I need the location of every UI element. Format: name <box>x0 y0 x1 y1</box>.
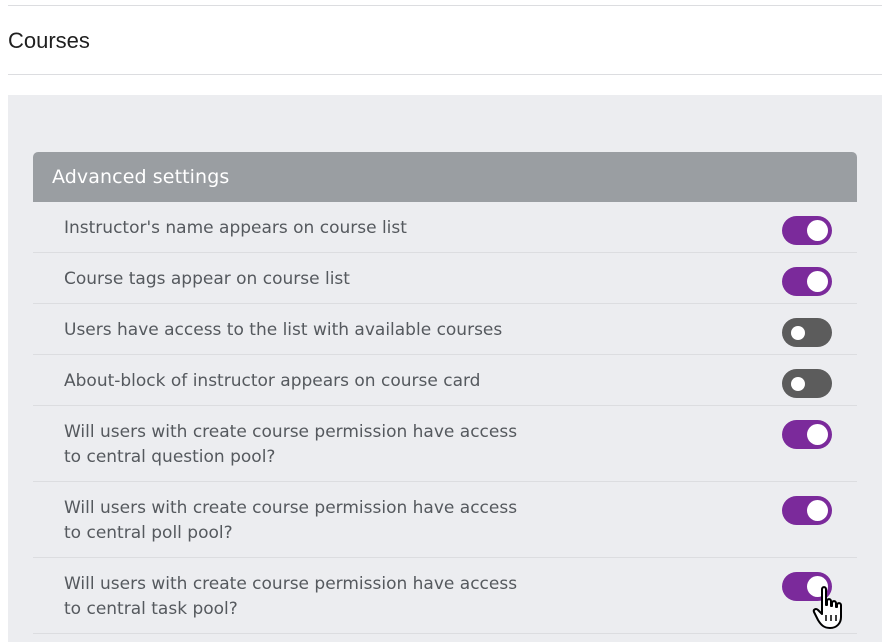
title-divider <box>8 74 882 75</box>
settings-panel: Advanced settings Instructor's name appe… <box>8 95 882 642</box>
card-header-title: Advanced settings <box>52 166 230 188</box>
setting-toggle[interactable] <box>782 496 832 525</box>
setting-row-instructor-name: Instructor's name appears on course list <box>33 202 857 253</box>
top-divider <box>8 5 882 6</box>
toggle-knob <box>791 325 805 340</box>
toggle-knob <box>807 424 828 445</box>
setting-toggle[interactable] <box>782 267 832 296</box>
setting-label: Users have access to the list with avail… <box>64 320 503 340</box>
page-title: Courses <box>8 28 90 53</box>
advanced-settings-card: Advanced settings Instructor's name appe… <box>33 152 857 634</box>
toggle-knob <box>807 500 828 521</box>
toggle-knob <box>807 271 828 292</box>
setting-toggle[interactable] <box>782 420 832 449</box>
setting-label: Instructor's name appears on course list <box>64 218 407 238</box>
setting-toggle[interactable] <box>782 318 832 347</box>
toggle-knob <box>791 376 805 391</box>
setting-row-course-tags: Course tags appear on course list <box>33 253 857 304</box>
setting-label: Course tags appear on course list <box>64 269 350 289</box>
card-header: Advanced settings <box>33 152 857 202</box>
toggle-knob <box>807 220 828 241</box>
setting-row-about-block: About-block of instructor appears on cou… <box>33 355 857 406</box>
hand-pointer-icon <box>812 586 842 629</box>
setting-label: About-block of instructor appears on cou… <box>64 371 481 391</box>
setting-row-available-courses: Users have access to the list with avail… <box>33 304 857 355</box>
setting-row-question-pool: Will users with create course permission… <box>33 406 857 482</box>
setting-row-poll-pool: Will users with create course permission… <box>33 482 857 558</box>
setting-row-task-pool: Will users with create course permission… <box>33 558 857 634</box>
setting-label: Will users with create course permission… <box>64 574 518 619</box>
setting-toggle[interactable] <box>782 216 832 245</box>
setting-label: Will users with create course permission… <box>64 422 518 467</box>
setting-label: Will users with create course permission… <box>64 498 518 543</box>
setting-toggle[interactable] <box>782 369 832 398</box>
